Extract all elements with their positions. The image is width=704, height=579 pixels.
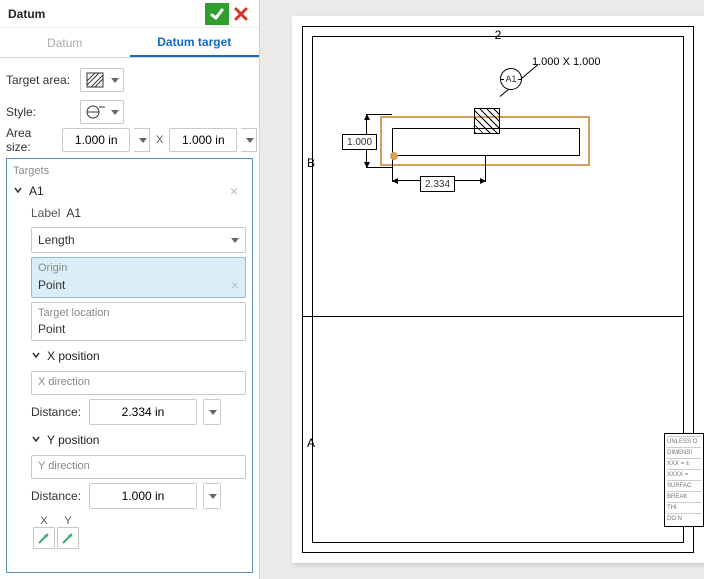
titleblock-line: SURFAC [667, 480, 701, 491]
target-area-label: Target area: [6, 73, 74, 87]
x-distance-label: Distance: [31, 405, 83, 419]
drawing-canvas[interactable]: 2 B A 1.000 X 1.000 A1 1.000 2.334 UNLES… [260, 0, 704, 579]
length-select[interactable]: Length [31, 227, 246, 253]
flip-x-button[interactable] [33, 527, 55, 549]
panel-header: Datum [0, 0, 259, 28]
area-size-label: Area size: [6, 126, 58, 154]
chevron-down-icon [231, 238, 239, 243]
target-item-header[interactable]: A1 × [9, 179, 246, 203]
chevron-down-icon [246, 138, 254, 143]
target-location-value: Point [38, 322, 65, 336]
datum-target-balloon: A1 [500, 68, 522, 90]
arrow-icon [60, 530, 76, 546]
zone-label-a: A [307, 436, 315, 450]
length-select-value: Length [38, 233, 75, 247]
label-value: A1 [66, 206, 81, 220]
x-distance-input[interactable] [89, 399, 197, 425]
targets-header: Targets [9, 163, 246, 179]
cancel-button[interactable] [229, 3, 253, 25]
zone-label-top: 2 [495, 28, 502, 42]
targets-box: Targets A1 × Label A1 Length Origi [6, 158, 253, 573]
chevron-down-icon [111, 78, 119, 83]
origin-clear-button[interactable]: × [231, 277, 239, 293]
zone-label-b: B [307, 156, 315, 170]
x-distance-stepper[interactable] [203, 399, 221, 425]
titleblock-line: DIMENSI [667, 447, 701, 458]
x-separator: X [156, 134, 163, 146]
tab-datum[interactable]: Datum [0, 28, 130, 57]
arrow-icon [36, 530, 52, 546]
chevron-down-icon [209, 410, 217, 415]
chevron-down-icon [209, 494, 217, 499]
origin-field[interactable]: Origin Point × [31, 257, 246, 298]
datum-target-area [474, 108, 500, 134]
target-item-name: A1 [29, 184, 44, 198]
chevron-down-icon [139, 138, 147, 143]
x-direction-placeholder: X direction [38, 376, 239, 388]
target-location-field[interactable]: Target location Point [31, 302, 246, 341]
x-position-header[interactable]: X position [31, 345, 246, 367]
titleblock-line: DO N [667, 513, 701, 524]
titleblock-line: XXX = ± [667, 458, 701, 469]
chevron-down-icon [31, 349, 41, 363]
tabs: Datum Datum target [0, 28, 259, 58]
flip-y-button[interactable] [57, 527, 79, 549]
y-position-header[interactable]: Y position [31, 429, 246, 451]
datum-id-text: A1 [504, 74, 517, 84]
x-direction-field[interactable]: X direction [31, 371, 246, 395]
chevron-down-icon [13, 184, 23, 198]
check-icon [209, 6, 225, 22]
titleblock-line: BREAK [667, 491, 701, 502]
origin-marker [390, 152, 398, 160]
style-combo[interactable] [80, 100, 124, 124]
target-area-combo[interactable] [80, 68, 124, 92]
target-location-caption: Target location [38, 307, 239, 319]
remove-target-button[interactable]: × [226, 183, 242, 199]
style-label: Style: [6, 105, 74, 119]
chevron-down-icon [111, 110, 119, 115]
titleblock-line: THI [667, 502, 701, 513]
label-key: Label [31, 206, 60, 220]
x-col-label: X [40, 515, 47, 527]
accept-button[interactable] [205, 3, 229, 25]
hatch-square-icon [85, 71, 105, 89]
callout-text: 1.000 X 1.000 [532, 56, 601, 68]
y-position-label: Y position [47, 433, 99, 447]
y-direction-field[interactable]: Y direction [31, 455, 246, 479]
vertical-dimension-value: 1.000 [342, 134, 377, 150]
area-height-input[interactable] [169, 128, 237, 152]
x-position-label: X position [47, 349, 100, 363]
panel-title: Datum [8, 7, 45, 21]
close-icon [234, 7, 248, 21]
area-height-stepper[interactable] [241, 128, 257, 152]
tab-datum-target[interactable]: Datum target [130, 28, 260, 57]
horizontal-dimension-value: 2.334 [420, 176, 455, 192]
titleblock-fragment: UNLESS O DIMENSI XXX = ± XXXX = SURFAC B… [664, 433, 704, 527]
targets-scroll[interactable]: Targets A1 × Label A1 Length Origi [7, 159, 252, 572]
y-distance-input[interactable] [89, 483, 197, 509]
titleblock-line: UNLESS O [667, 436, 701, 447]
y-col-label: Y [64, 515, 71, 527]
y-direction-placeholder: Y direction [38, 460, 239, 472]
chevron-down-icon [31, 433, 41, 447]
zone-divider-h [302, 316, 684, 317]
origin-value: Point [38, 278, 65, 292]
y-distance-label: Distance: [31, 489, 83, 503]
datum-panel: Datum Datum Datum target Target area: St… [0, 0, 260, 579]
area-width-stepper[interactable] [134, 128, 150, 152]
area-width-input[interactable] [62, 128, 130, 152]
origin-caption: Origin [38, 262, 239, 274]
y-distance-stepper[interactable] [203, 483, 221, 509]
drawing-sheet: 2 B A 1.000 X 1.000 A1 1.000 2.334 UNLES… [292, 16, 704, 563]
titleblock-line: XXXX = [667, 469, 701, 480]
datum-target-symbol-icon [85, 103, 105, 121]
